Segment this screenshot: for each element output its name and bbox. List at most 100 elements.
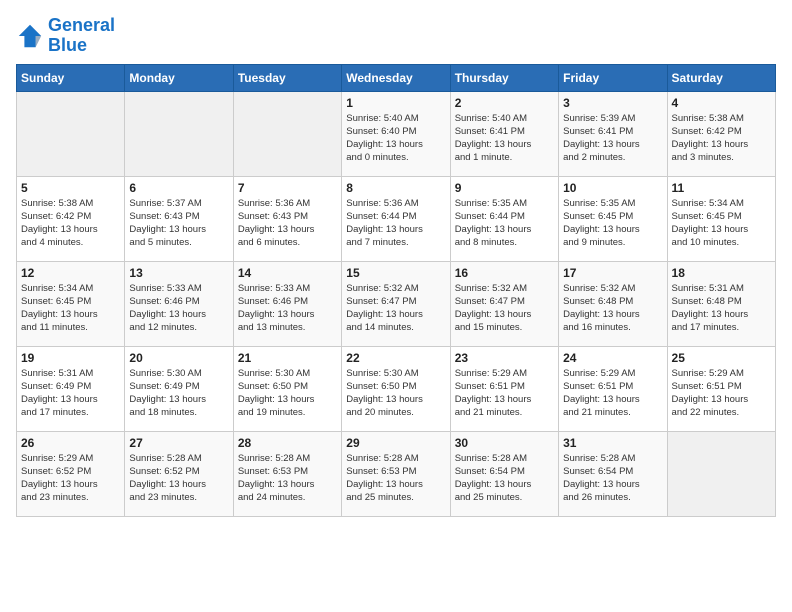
day-info: Sunrise: 5:28 AMSunset: 6:54 PMDaylight:… <box>563 452 662 505</box>
day-info: Sunrise: 5:40 AMSunset: 6:41 PMDaylight:… <box>455 112 554 165</box>
day-info: Sunrise: 5:29 AMSunset: 6:51 PMDaylight:… <box>455 367 554 420</box>
header-saturday: Saturday <box>667 64 775 91</box>
calendar-cell <box>125 91 233 176</box>
calendar-cell: 19 Sunrise: 5:31 AMSunset: 6:49 PMDayligh… <box>17 346 125 431</box>
calendar-cell: 14 Sunrise: 5:33 AMSunset: 6:46 PMDayligh… <box>233 261 341 346</box>
day-info: Sunrise: 5:40 AMSunset: 6:40 PMDaylight:… <box>346 112 445 165</box>
calendar-cell: 25 Sunrise: 5:29 AMSunset: 6:51 PMDayligh… <box>667 346 775 431</box>
calendar-cell: 29 Sunrise: 5:28 AMSunset: 6:53 PMDayligh… <box>342 431 450 516</box>
calendar-cell: 11 Sunrise: 5:34 AMSunset: 6:45 PMDayligh… <box>667 176 775 261</box>
calendar-cell: 31 Sunrise: 5:28 AMSunset: 6:54 PMDayligh… <box>559 431 667 516</box>
day-info: Sunrise: 5:35 AMSunset: 6:45 PMDaylight:… <box>563 197 662 250</box>
day-info: Sunrise: 5:34 AMSunset: 6:45 PMDaylight:… <box>672 197 771 250</box>
calendar-cell: 10Sunrise: 5:35 AMSunset: 6:45 PMDayligh… <box>559 176 667 261</box>
day-number: 1 <box>346 96 445 110</box>
day-info: Sunrise: 5:28 AMSunset: 6:53 PMDaylight:… <box>238 452 337 505</box>
day-info: Sunrise: 5:29 AMSunset: 6:51 PMDaylight:… <box>563 367 662 420</box>
calendar-cell: 26 Sunrise: 5:29 AMSunset: 6:52 PMDayligh… <box>17 431 125 516</box>
calendar-header-row: SundayMondayTuesdayWednesdayThursdayFrid… <box>17 64 776 91</box>
day-number: 15 <box>346 266 445 280</box>
day-number: 14 <box>238 266 337 280</box>
calendar-cell: 27 Sunrise: 5:28 AMSunset: 6:52 PMDayligh… <box>125 431 233 516</box>
day-number: 29 <box>346 436 445 450</box>
calendar-cell: 5 Sunrise: 5:38 AMSunset: 6:42 PMDaylight… <box>17 176 125 261</box>
calendar-week-row: 5 Sunrise: 5:38 AMSunset: 6:42 PMDaylight… <box>17 176 776 261</box>
day-number: 6 <box>129 181 228 195</box>
day-number: 31 <box>563 436 662 450</box>
day-info: Sunrise: 5:30 AMSunset: 6:50 PMDaylight:… <box>238 367 337 420</box>
day-number: 27 <box>129 436 228 450</box>
logo-text: General Blue <box>48 16 115 56</box>
day-number: 11 <box>672 181 771 195</box>
logo: General Blue <box>16 16 115 56</box>
day-info: Sunrise: 5:29 AMSunset: 6:52 PMDaylight:… <box>21 452 120 505</box>
day-info: Sunrise: 5:32 AMSunset: 6:48 PMDaylight:… <box>563 282 662 335</box>
day-number: 13 <box>129 266 228 280</box>
calendar-cell: 7 Sunrise: 5:36 AMSunset: 6:43 PMDaylight… <box>233 176 341 261</box>
day-number: 30 <box>455 436 554 450</box>
header-tuesday: Tuesday <box>233 64 341 91</box>
header: General Blue <box>16 16 776 56</box>
day-number: 8 <box>346 181 445 195</box>
calendar-week-row: 19 Sunrise: 5:31 AMSunset: 6:49 PMDayligh… <box>17 346 776 431</box>
day-number: 25 <box>672 351 771 365</box>
calendar-cell: 6Sunrise: 5:37 AMSunset: 6:43 PMDaylight… <box>125 176 233 261</box>
calendar-week-row: 12Sunrise: 5:34 AMSunset: 6:45 PMDayligh… <box>17 261 776 346</box>
header-thursday: Thursday <box>450 64 558 91</box>
calendar-cell: 20Sunrise: 5:30 AMSunset: 6:49 PMDayligh… <box>125 346 233 431</box>
header-friday: Friday <box>559 64 667 91</box>
calendar-cell: 1 Sunrise: 5:40 AMSunset: 6:40 PMDaylight… <box>342 91 450 176</box>
calendar-cell: 3 Sunrise: 5:39 AMSunset: 6:41 PMDaylight… <box>559 91 667 176</box>
day-number: 26 <box>21 436 120 450</box>
calendar-cell: 4 Sunrise: 5:38 AMSunset: 6:42 PMDaylight… <box>667 91 775 176</box>
day-number: 23 <box>455 351 554 365</box>
calendar-cell: 9Sunrise: 5:35 AMSunset: 6:44 PMDaylight… <box>450 176 558 261</box>
day-info: Sunrise: 5:35 AMSunset: 6:44 PMDaylight:… <box>455 197 554 250</box>
day-number: 28 <box>238 436 337 450</box>
day-number: 4 <box>672 96 771 110</box>
day-info: Sunrise: 5:29 AMSunset: 6:51 PMDaylight:… <box>672 367 771 420</box>
day-number: 18 <box>672 266 771 280</box>
calendar-cell: 17 Sunrise: 5:32 AMSunset: 6:48 PMDayligh… <box>559 261 667 346</box>
day-info: Sunrise: 5:36 AMSunset: 6:43 PMDaylight:… <box>238 197 337 250</box>
calendar-cell: 18 Sunrise: 5:31 AMSunset: 6:48 PMDayligh… <box>667 261 775 346</box>
day-info: Sunrise: 5:32 AMSunset: 6:47 PMDaylight:… <box>346 282 445 335</box>
header-wednesday: Wednesday <box>342 64 450 91</box>
logo-icon <box>16 22 44 50</box>
calendar-cell: 2 Sunrise: 5:40 AMSunset: 6:41 PMDaylight… <box>450 91 558 176</box>
day-info: Sunrise: 5:39 AMSunset: 6:41 PMDaylight:… <box>563 112 662 165</box>
calendar-cell <box>17 91 125 176</box>
day-number: 21 <box>238 351 337 365</box>
day-number: 19 <box>21 351 120 365</box>
header-monday: Monday <box>125 64 233 91</box>
calendar-cell <box>233 91 341 176</box>
day-number: 5 <box>21 181 120 195</box>
day-number: 17 <box>563 266 662 280</box>
day-info: Sunrise: 5:31 AMSunset: 6:48 PMDaylight:… <box>672 282 771 335</box>
calendar-week-row: 1 Sunrise: 5:40 AMSunset: 6:40 PMDaylight… <box>17 91 776 176</box>
calendar-cell: 28 Sunrise: 5:28 AMSunset: 6:53 PMDayligh… <box>233 431 341 516</box>
day-number: 2 <box>455 96 554 110</box>
day-info: Sunrise: 5:38 AMSunset: 6:42 PMDaylight:… <box>672 112 771 165</box>
calendar-week-row: 26 Sunrise: 5:29 AMSunset: 6:52 PMDayligh… <box>17 431 776 516</box>
day-number: 3 <box>563 96 662 110</box>
day-info: Sunrise: 5:31 AMSunset: 6:49 PMDaylight:… <box>21 367 120 420</box>
calendar-cell: 21 Sunrise: 5:30 AMSunset: 6:50 PMDayligh… <box>233 346 341 431</box>
day-info: Sunrise: 5:28 AMSunset: 6:52 PMDaylight:… <box>129 452 228 505</box>
calendar-table: SundayMondayTuesdayWednesdayThursdayFrid… <box>16 64 776 517</box>
calendar-cell: 8 Sunrise: 5:36 AMSunset: 6:44 PMDaylight… <box>342 176 450 261</box>
day-info: Sunrise: 5:33 AMSunset: 6:46 PMDaylight:… <box>238 282 337 335</box>
day-info: Sunrise: 5:28 AMSunset: 6:53 PMDaylight:… <box>346 452 445 505</box>
day-number: 12 <box>21 266 120 280</box>
calendar-cell: 13Sunrise: 5:33 AMSunset: 6:46 PMDayligh… <box>125 261 233 346</box>
day-number: 7 <box>238 181 337 195</box>
calendar-cell: 12Sunrise: 5:34 AMSunset: 6:45 PMDayligh… <box>17 261 125 346</box>
day-info: Sunrise: 5:32 AMSunset: 6:47 PMDaylight:… <box>455 282 554 335</box>
day-info: Sunrise: 5:36 AMSunset: 6:44 PMDaylight:… <box>346 197 445 250</box>
day-number: 24 <box>563 351 662 365</box>
calendar-cell: 16Sunrise: 5:32 AMSunset: 6:47 PMDayligh… <box>450 261 558 346</box>
day-info: Sunrise: 5:38 AMSunset: 6:42 PMDaylight:… <box>21 197 120 250</box>
header-sunday: Sunday <box>17 64 125 91</box>
calendar-cell: 24 Sunrise: 5:29 AMSunset: 6:51 PMDayligh… <box>559 346 667 431</box>
calendar-cell <box>667 431 775 516</box>
